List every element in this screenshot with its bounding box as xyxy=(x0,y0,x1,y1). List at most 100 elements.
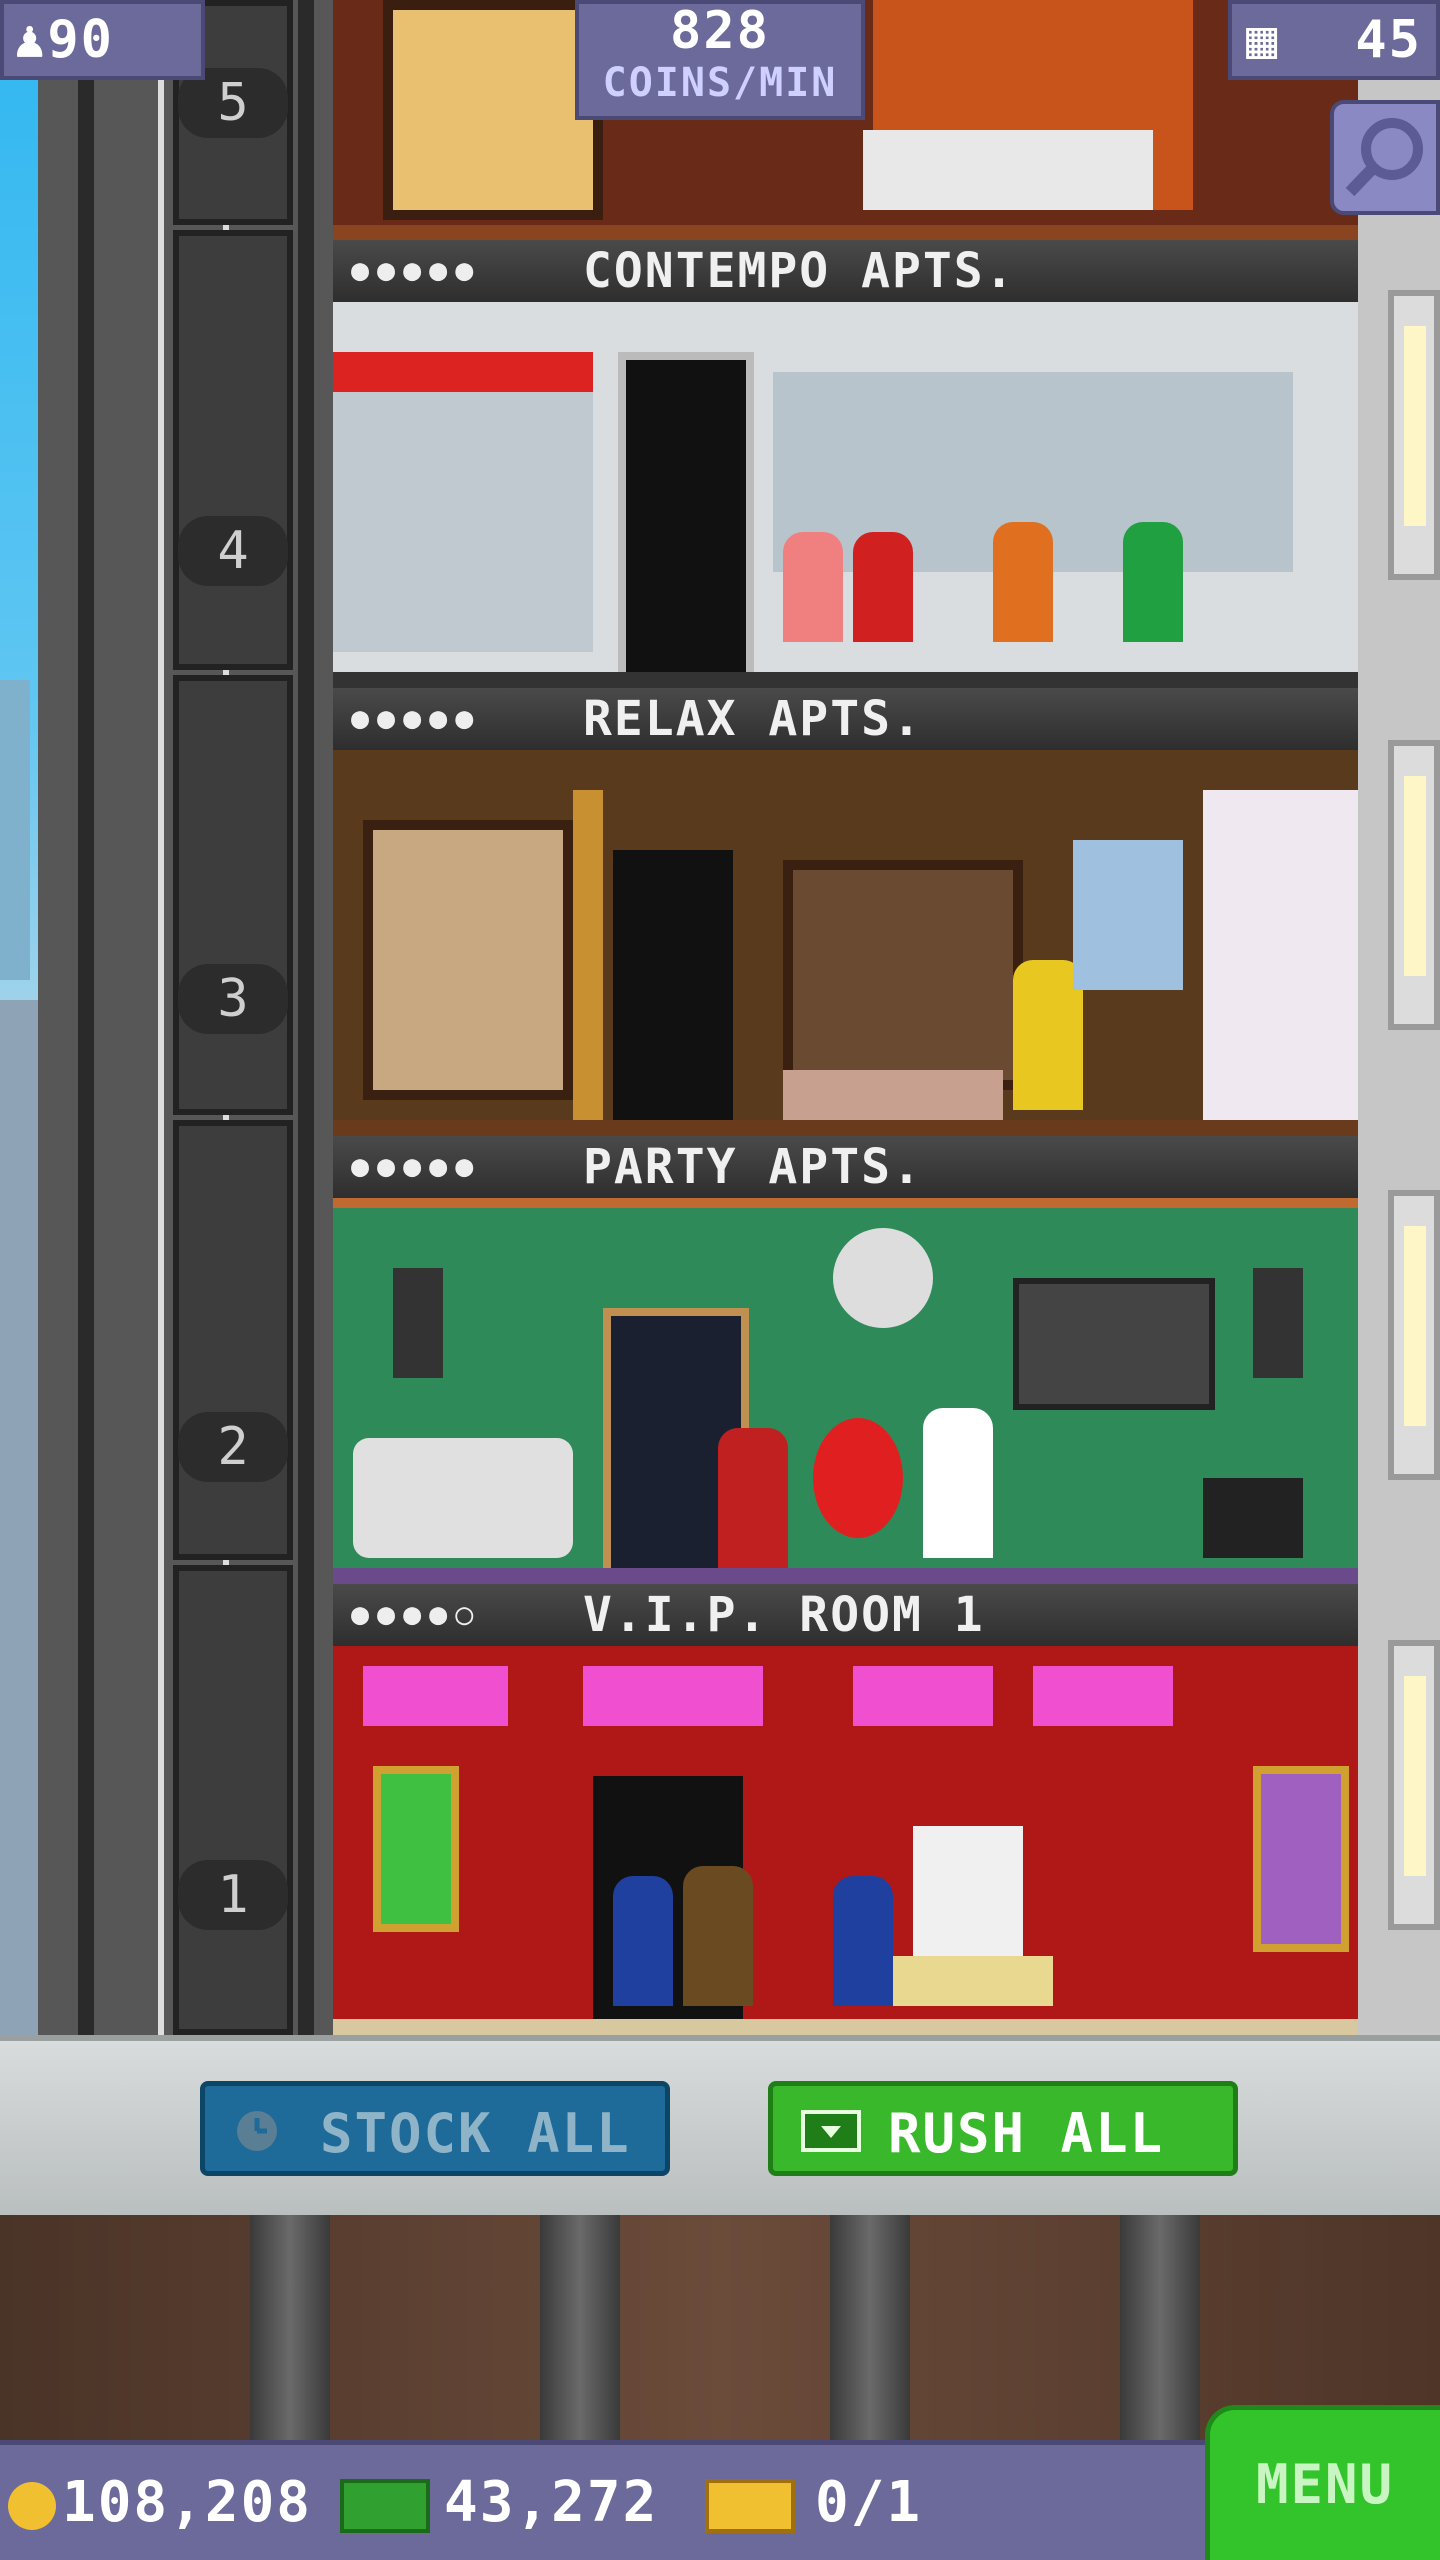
door xyxy=(618,352,754,688)
painting xyxy=(1253,1766,1349,1952)
foundation-pillar xyxy=(540,2215,620,2440)
foundation-pillar xyxy=(250,2215,330,2440)
floor-label: ●●●●● CONTEMPO APTS. xyxy=(333,240,1358,302)
floor-trim xyxy=(333,225,1358,240)
floor-trim xyxy=(333,1120,1358,1136)
tickets-stat[interactable]: 0/1 xyxy=(705,2445,922,2560)
search-button[interactable] xyxy=(1330,100,1440,215)
floor-number-3: 3 xyxy=(178,964,288,1034)
room-relax[interactable] xyxy=(333,750,1358,1136)
elevator-shaft[interactable]: 5 4 3 2 1 xyxy=(38,0,333,2035)
statue-base xyxy=(893,1956,1053,2006)
window xyxy=(1073,840,1183,990)
ceiling-light-panel xyxy=(583,1666,763,1726)
floor-relax-apts[interactable]: ●●●●● RELAX APTS. xyxy=(333,688,1358,1136)
painting xyxy=(373,1766,459,1932)
egg-chair xyxy=(813,1418,903,1538)
wall-panel xyxy=(333,352,593,652)
resident[interactable] xyxy=(833,1876,893,2006)
coins-value: 108,208 xyxy=(62,2470,313,2535)
person-icon: ♟ xyxy=(14,10,48,70)
resident[interactable] xyxy=(718,1428,788,1568)
ceiling-light-panel xyxy=(363,1666,508,1726)
clock-icon xyxy=(237,2111,277,2151)
city-building xyxy=(0,1000,40,2035)
floor-name: CONTEMPO APTS. xyxy=(583,243,1016,299)
wall-window xyxy=(1388,1640,1440,1930)
curtain xyxy=(1203,790,1358,1130)
shaft-rail xyxy=(298,0,314,2035)
stock-all-label: STOCK ALL xyxy=(320,2102,631,2165)
floor-party-apts[interactable]: ●●●●● PARTY APTS. xyxy=(333,1136,1358,1584)
elevator-car xyxy=(173,675,293,1115)
ceiling-light-panel xyxy=(1033,1666,1173,1726)
coins-stat[interactable]: 108,208 xyxy=(8,2445,312,2560)
resident[interactable] xyxy=(783,532,843,642)
action-bar: STOCK ALL RUSH ALL xyxy=(0,2035,1440,2215)
coins-per-minute: 828 COINS/MIN xyxy=(575,0,865,120)
wall-window xyxy=(1388,1190,1440,1480)
wall-window xyxy=(1388,290,1440,580)
tower: ●●●●● CONTEMPO APTS. ●●●●● RELAX APTS. ●… xyxy=(333,0,1358,2035)
bux-stat[interactable]: 43,272 xyxy=(340,2445,658,2560)
resident[interactable] xyxy=(683,1866,753,2006)
floor-trim xyxy=(333,1568,1358,1584)
rush-all-label: RUSH ALL xyxy=(888,2102,1165,2165)
city-building xyxy=(0,680,30,980)
resident[interactable] xyxy=(853,532,913,642)
resident-chef[interactable] xyxy=(923,1408,993,1558)
resident-icons: ●●●●● xyxy=(351,701,482,736)
disco-ball xyxy=(833,1228,933,1328)
room-party[interactable] xyxy=(333,1198,1358,1584)
shoji-screen xyxy=(363,820,573,1100)
population-counter[interactable]: ♟90 xyxy=(0,0,205,80)
elevator-car xyxy=(173,1565,293,2035)
floor-label: ●●●●● RELAX APTS. xyxy=(333,688,1358,750)
bux-icon xyxy=(340,2478,430,2533)
rush-all-button[interactable]: RUSH ALL xyxy=(768,2081,1238,2176)
floor-label: ●●●●○ V.I.P. ROOM 1 xyxy=(333,1584,1358,1646)
floor-vip-room-1[interactable]: ●●●●○ V.I.P. ROOM 1 xyxy=(333,1584,1358,2035)
population-value: 90 xyxy=(47,10,114,70)
floor-name: RELAX APTS. xyxy=(583,691,923,747)
resident[interactable] xyxy=(613,1876,673,2006)
wall-panel xyxy=(783,860,1023,1090)
floor-name: PARTY APTS. xyxy=(583,1139,923,1195)
sofa xyxy=(353,1438,573,1558)
cushion-bed xyxy=(783,1070,1003,1120)
elevator-car xyxy=(173,1120,293,1560)
door xyxy=(613,850,733,1130)
resident-icons: ●●●●● xyxy=(351,253,482,288)
floor-count-value: 45 xyxy=(1355,10,1422,70)
room-contempo[interactable] xyxy=(333,302,1358,688)
floor-counter[interactable]: ▦ 45 xyxy=(1228,0,1440,80)
resident[interactable] xyxy=(993,522,1053,642)
dj-deck xyxy=(1203,1478,1303,1558)
floor-trim xyxy=(333,672,1358,688)
shoji-window xyxy=(383,0,603,220)
foundation-pillar xyxy=(830,2215,910,2440)
coins-per-minute-value: 828 xyxy=(670,1,770,61)
bed xyxy=(863,130,1153,210)
resident-icons: ●●●●○ xyxy=(351,1597,482,1632)
ceiling-light-panel xyxy=(853,1666,993,1726)
floor-number-4: 4 xyxy=(178,516,288,586)
horse-statue xyxy=(913,1826,1023,1956)
floor-contempo-apts[interactable]: ●●●●● CONTEMPO APTS. xyxy=(333,240,1358,688)
ceiling-trim xyxy=(333,1198,1358,1208)
speaker xyxy=(1253,1268,1303,1378)
floor-number-2: 2 xyxy=(178,1412,288,1482)
pillar xyxy=(573,790,603,1130)
menu-button[interactable]: MENU xyxy=(1205,2405,1440,2560)
resident[interactable] xyxy=(1123,522,1183,642)
ticket-icon xyxy=(705,2478,795,2533)
stock-all-button[interactable]: STOCK ALL xyxy=(200,2081,670,2176)
speaker xyxy=(393,1268,443,1378)
coins-per-minute-unit: COINS/MIN xyxy=(602,60,838,106)
wall-window xyxy=(1388,740,1440,1030)
room-vip[interactable] xyxy=(333,1646,1358,2035)
floor-name: V.I.P. ROOM 1 xyxy=(583,1587,985,1643)
shaft-rail xyxy=(78,0,94,2035)
tv-screen xyxy=(1013,1278,1215,1410)
coin-icon xyxy=(8,2481,56,2530)
